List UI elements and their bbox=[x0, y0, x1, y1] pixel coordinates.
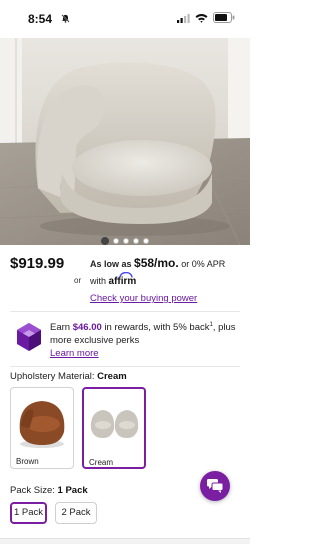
or-separator: or bbox=[74, 276, 82, 285]
carousel-dot[interactable] bbox=[113, 237, 119, 244]
affirm-logo: affirm bbox=[109, 272, 136, 287]
status-bar: 8:54 bbox=[0, 0, 250, 38]
swatch-cream[interactable]: Cream bbox=[82, 387, 146, 469]
affirm-arc-icon bbox=[118, 272, 133, 278]
swatch-brown[interactable]: Brown bbox=[10, 387, 74, 469]
rewards-prefix: Earn bbox=[50, 322, 71, 334]
battery-icon bbox=[213, 12, 235, 23]
brown-chair-thumbnail bbox=[19, 401, 65, 448]
bell-slash-icon bbox=[61, 14, 70, 23]
carousel-dot[interactable] bbox=[133, 237, 139, 244]
pack-size-label: Pack Size: bbox=[10, 485, 55, 496]
learn-more-link[interactable]: Learn more bbox=[50, 348, 99, 359]
swivel-chair-photo bbox=[0, 38, 250, 245]
financing-offer: As low as $58/mo. or 0% APR bbox=[90, 256, 225, 270]
product-price: $919.99 bbox=[10, 255, 65, 272]
status-time: 8:54 bbox=[28, 12, 53, 26]
chat-button[interactable] bbox=[200, 471, 230, 501]
swatch-label-brown: Brown bbox=[16, 457, 39, 466]
carousel-dot[interactable] bbox=[123, 237, 129, 244]
wifi-icon bbox=[195, 14, 208, 23]
rewards-middle: in rewards, with 5% back bbox=[104, 322, 210, 334]
cream-chairs-thumbnail bbox=[90, 410, 139, 438]
signal-icon bbox=[177, 14, 190, 23]
with-label: with bbox=[90, 276, 107, 286]
apr-text: or 0% APR bbox=[181, 259, 226, 269]
monthly-amount: $58/mo. bbox=[134, 256, 179, 270]
chat-bubble-icon bbox=[207, 479, 223, 493]
upholstery-heading: Upholstery Material: Cream bbox=[10, 371, 127, 382]
pack-size-selected: 1 Pack bbox=[57, 485, 88, 496]
rewards-gem-icon bbox=[17, 323, 41, 351]
financing-provider: with affirm bbox=[90, 272, 136, 287]
upholstery-selected: Cream bbox=[97, 371, 127, 382]
bottom-sheet-edge bbox=[0, 538, 250, 544]
carousel-dot[interactable] bbox=[101, 236, 109, 245]
rewards-message: Earn $46.00 in rewards, with 5% back1, p… bbox=[50, 319, 245, 347]
pack-size-heading: Pack Size: 1 Pack bbox=[10, 485, 88, 496]
as-low-as-label: As low as bbox=[90, 259, 132, 269]
swatch-label-cream: Cream bbox=[89, 458, 114, 467]
check-buying-power-link[interactable]: Check your buying power bbox=[90, 293, 197, 304]
divider bbox=[10, 311, 240, 312]
divider bbox=[10, 366, 240, 367]
product-image[interactable] bbox=[0, 38, 250, 245]
pack-size-1-button[interactable]: 1 Pack bbox=[10, 502, 47, 524]
upholstery-label: Upholstery Material: bbox=[10, 371, 95, 382]
pack-size-2-button[interactable]: 2 Pack bbox=[55, 502, 97, 524]
rewards-amount: $46.00 bbox=[72, 322, 102, 334]
carousel-dots bbox=[0, 232, 250, 250]
carousel-dot[interactable] bbox=[143, 237, 149, 244]
